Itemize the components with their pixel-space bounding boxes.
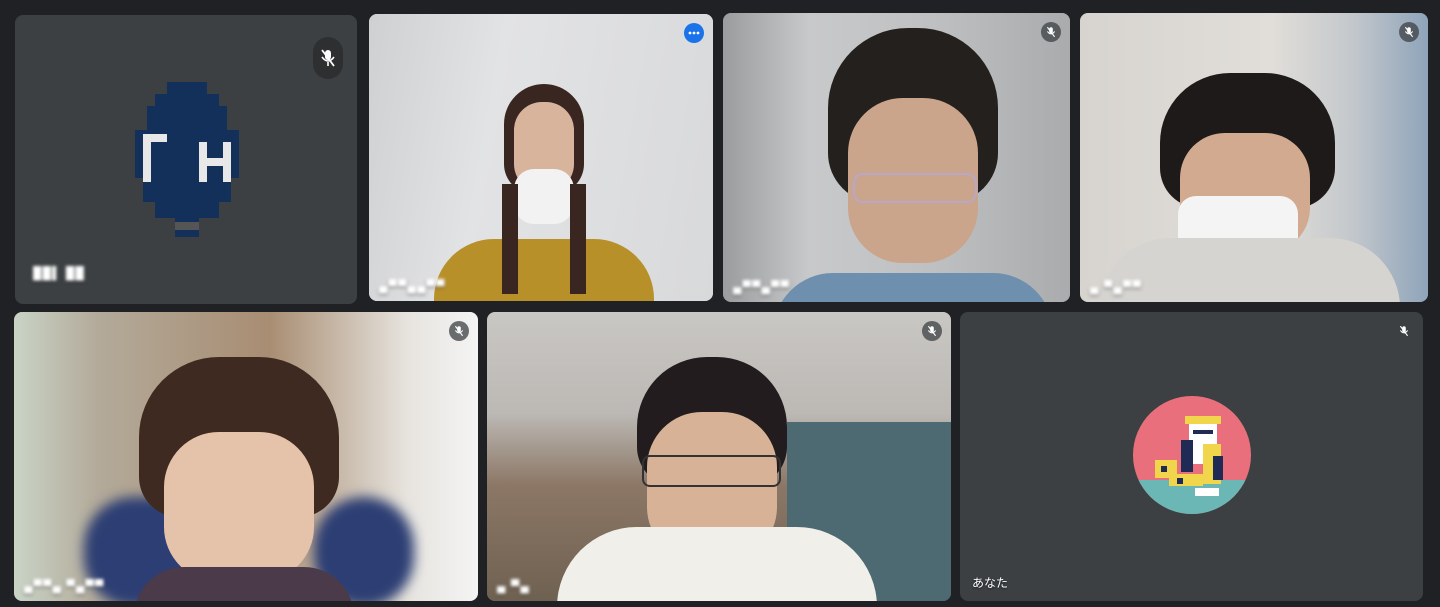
avatar	[1133, 396, 1251, 514]
participant-name: あなた	[972, 576, 1009, 590]
participant-name: ▄ ▀▄	[497, 579, 530, 593]
participant-tile-active[interactable]: ▄▀▀▄▄▀▀	[369, 14, 713, 301]
participant-tile[interactable]: ██▌ ██	[15, 15, 357, 304]
participant-name: ▄▀▀▄▀▀	[733, 280, 791, 294]
participant-tile[interactable]: ▄ ▀▄	[487, 312, 951, 601]
participant-name: ▄ ▀▄▀▀	[1090, 280, 1142, 294]
mic-off-icon	[1394, 321, 1414, 341]
person-silhouette	[1100, 68, 1400, 302]
person-silhouette	[557, 357, 877, 601]
participant-tile[interactable]: ▄▀▀▄ ▀▄▀▀	[14, 312, 478, 601]
mic-off-icon	[313, 37, 343, 79]
person-silhouette	[773, 23, 1053, 302]
person-silhouette	[84, 357, 414, 601]
mic-off-icon	[1399, 22, 1419, 42]
mic-off-icon	[449, 321, 469, 341]
participant-tile-self[interactable]: あなた	[960, 312, 1423, 601]
mic-off-icon	[922, 321, 942, 341]
more-options-icon[interactable]	[684, 23, 704, 43]
avatar	[135, 82, 239, 237]
mic-off-icon	[1041, 22, 1061, 42]
participant-name: ▄▀▀▄ ▀▄▀▀	[24, 579, 105, 593]
person-silhouette	[434, 84, 654, 301]
participant-tile[interactable]: ▄ ▀▄▀▀	[1080, 13, 1428, 302]
participant-name: ▄▀▀▄▄▀▀	[379, 279, 446, 293]
participant-name: ██▌ ██	[33, 266, 85, 280]
participant-tile[interactable]: ▄▀▀▄▀▀	[723, 13, 1070, 302]
